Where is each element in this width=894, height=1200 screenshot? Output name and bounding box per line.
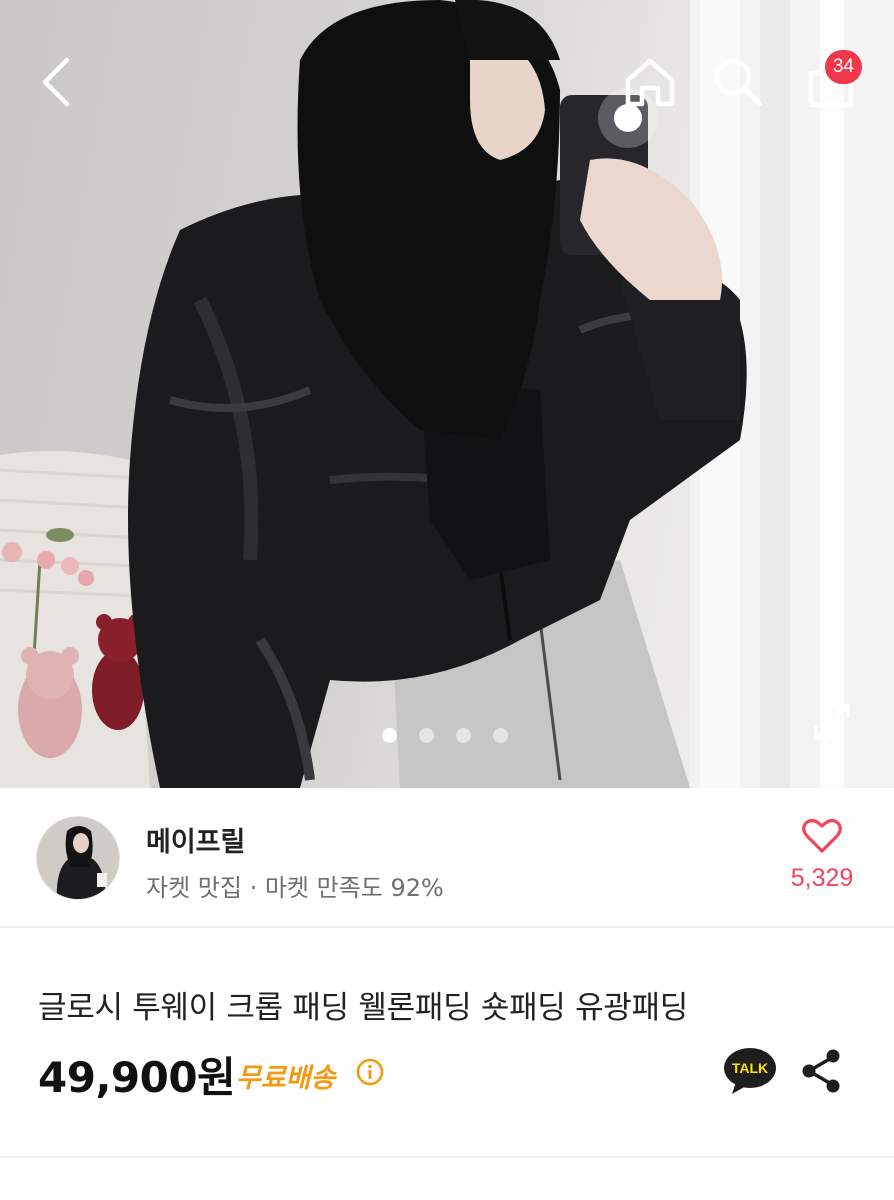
avatar-image [37, 817, 119, 899]
talk-label: TALK [732, 1060, 768, 1076]
share-icon [802, 1049, 840, 1093]
like-button[interactable]: 5,329 [776, 818, 868, 898]
gallery-dot[interactable] [419, 728, 434, 743]
product-price: 49,900원 [38, 1053, 236, 1102]
product-title: 글로시 투웨이 크롭 패딩 웰론패딩 숏패딩 유광패딩 [38, 990, 688, 1026]
seller-section: 메이프릴 자켓 맛집 · 마켓 만족도 92% 5,329 [0, 788, 894, 928]
back-icon [42, 57, 70, 107]
kakao-talk-icon: TALK [724, 1048, 776, 1094]
free-shipping-label: 무료배송 [236, 1063, 336, 1094]
share-button[interactable] [800, 1048, 842, 1094]
seller-avatar[interactable] [36, 816, 120, 900]
home-button[interactable] [618, 50, 682, 114]
seller-name[interactable]: 메이프릴 [146, 820, 245, 859]
gallery-dot[interactable] [456, 728, 471, 743]
gallery-dot[interactable] [493, 728, 508, 743]
top-navigation: 34 [0, 0, 894, 170]
heart-icon [802, 819, 842, 853]
gallery-dot[interactable] [382, 728, 397, 743]
product-image-gallery[interactable]: 34 [0, 0, 894, 788]
info-icon [356, 1058, 384, 1086]
expand-icon [814, 704, 850, 740]
seller-meta: 자켓 맛집 · 마켓 만족도 92% [146, 874, 444, 902]
shipping-info-button[interactable] [356, 1058, 384, 1086]
search-button[interactable] [706, 50, 770, 114]
back-button[interactable] [26, 50, 86, 114]
expand-image-button[interactable] [806, 696, 858, 748]
cart-count-badge: 34 [824, 50, 862, 84]
home-icon [625, 58, 675, 107]
kakao-talk-button[interactable]: TALK [722, 1046, 778, 1096]
like-count: 5,329 [790, 864, 854, 892]
section-divider [0, 1156, 894, 1158]
cart-button[interactable]: 34 [798, 50, 864, 114]
search-icon [714, 58, 763, 107]
gallery-pagination [382, 728, 508, 743]
